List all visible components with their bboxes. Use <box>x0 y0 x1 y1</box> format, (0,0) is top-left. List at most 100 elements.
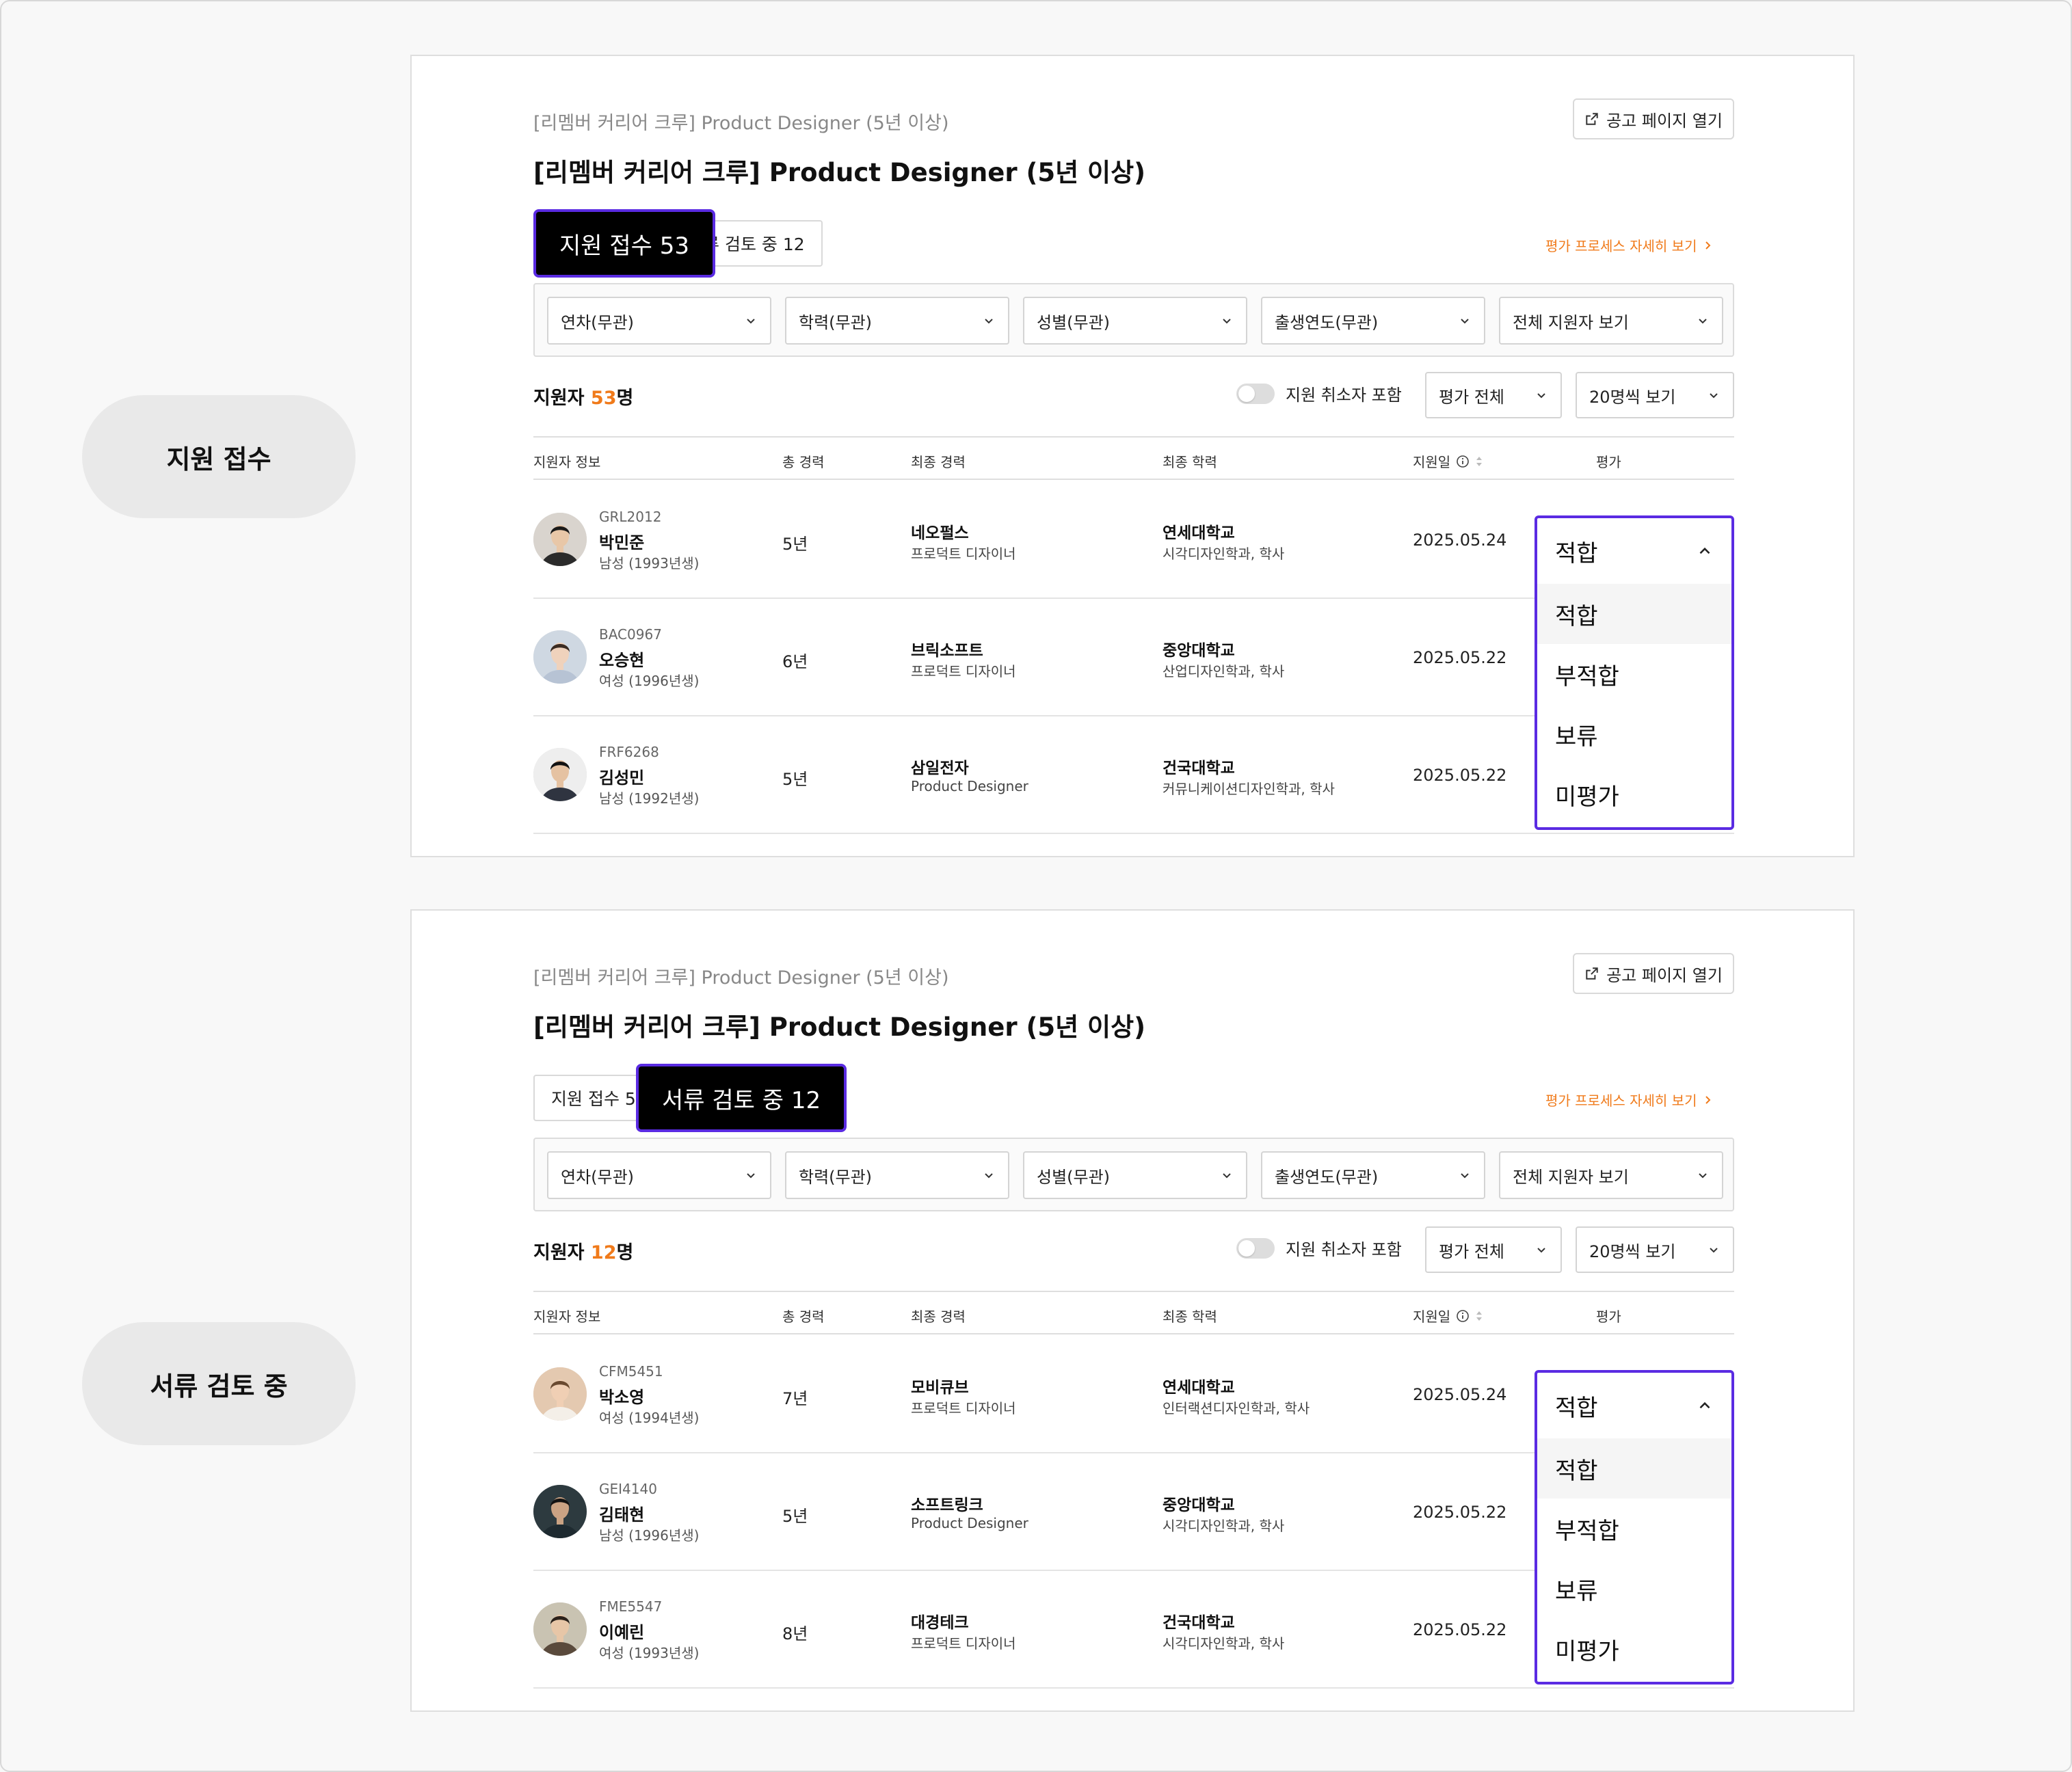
avatar <box>533 1367 587 1421</box>
last-role: Product Designer <box>911 1515 1028 1531</box>
column-header-label: 총 경력 <box>782 1308 825 1325</box>
tab-applications-received[interactable]: 지원 접수 53 <box>533 1075 650 1121</box>
column-header-label: 지원일 <box>1413 454 1451 470</box>
info-icon <box>1457 455 1470 468</box>
sort-icon[interactable] <box>1475 1309 1483 1323</box>
last-role: 프로덕트 디자이너 <box>911 546 1016 562</box>
include-cancelled-toggle-wrap: 지원 취소자 포함 <box>1236 381 1402 405</box>
col-last-education: 최종 학력 <box>1163 451 1217 471</box>
last-role: Product Designer <box>911 778 1028 794</box>
col-applied-date[interactable]: 지원일 <box>1413 451 1483 471</box>
select-value: 출생연도(무관) <box>1275 312 1379 332</box>
col-total-career: 총 경력 <box>782 451 825 471</box>
open-posting-label: 공고 페이지 열기 <box>1606 965 1723 985</box>
avatar <box>533 630 587 684</box>
page-title: [리멤버 커리어 크루] Product Designer (5년 이상) <box>533 1012 1146 1042</box>
filter-career-years[interactable]: 연차(무관) <box>547 1151 771 1199</box>
filter-birth-year[interactable]: 출생연도(무관) <box>1261 1151 1485 1199</box>
chevron-down-icon <box>985 319 993 324</box>
process-detail-link[interactable]: 평가 프로세스 자세히 보기 <box>1545 235 1713 255</box>
sort-icon[interactable] <box>1475 455 1483 468</box>
col-evaluation: 평가 <box>1596 1306 1621 1326</box>
column-header-label: 지원일 <box>1413 1308 1451 1325</box>
tab-applications-received[interactable]: 지원 접수 53 <box>533 209 715 278</box>
select-value: 성별(무관) <box>1037 1167 1111 1187</box>
open-posting-button[interactable]: 공고 페이지 열기 <box>1573 98 1734 139</box>
chevron-down-icon <box>1699 319 1707 324</box>
evaluation-dropdown[interactable]: 적합 적합 부적합 보류 미평가 <box>1535 515 1734 830</box>
filter-education[interactable]: 학력(무관) <box>785 1151 1009 1199</box>
last-school: 건국대학교 <box>1163 1614 1235 1632</box>
applicant-name[interactable]: 김성민 <box>599 764 644 788</box>
evaluation-filter[interactable]: 평가 전체 <box>1425 372 1562 418</box>
applied-date: 2025.05.22 <box>1413 1620 1507 1639</box>
avatar <box>533 748 587 801</box>
stage-label: 지원 접수 <box>82 395 356 518</box>
column-header-label: 총 경력 <box>782 454 825 470</box>
last-company: 네오펄스 <box>911 524 969 542</box>
dropdown-option[interactable]: 미평가 <box>1537 764 1731 824</box>
dropdown-option[interactable]: 적합 <box>1537 1438 1731 1499</box>
last-major: 인터랙션디자인학과, 학사 <box>1163 1400 1310 1417</box>
applicant-name[interactable]: 오승현 <box>599 647 644 671</box>
stage-label: 서류 검토 중 <box>82 1322 356 1445</box>
dropdown-option[interactable]: 부적합 <box>1537 644 1731 704</box>
include-cancelled-toggle[interactable] <box>1236 383 1275 404</box>
external-link-icon <box>1586 967 1598 980</box>
applicant-id: BAC0967 <box>599 626 662 643</box>
evaluation-dropdown[interactable]: 적합 적합 부적합 보류 미평가 <box>1535 1370 1734 1684</box>
evaluation-filter[interactable]: 평가 전체 <box>1425 1226 1562 1273</box>
select-value: 학력(무관) <box>799 1167 873 1187</box>
col-last-education: 최종 학력 <box>1163 1306 1217 1326</box>
applicant-name[interactable]: 박소영 <box>599 1384 644 1408</box>
tab-document-review[interactable]: 서류 검토 중 12 <box>636 1064 847 1132</box>
select-value: 학력(무관) <box>799 312 873 332</box>
last-major: 시각디자인학과, 학사 <box>1163 1518 1285 1534</box>
filter-applicant-view[interactable]: 전체 지원자 보기 <box>1499 1151 1723 1199</box>
applied-date: 2025.05.24 <box>1413 531 1507 550</box>
total-career: 6년 <box>782 652 808 671</box>
last-school: 건국대학교 <box>1163 760 1235 777</box>
chevron-down-icon <box>1537 393 1545 399</box>
per-page-select[interactable]: 20명씩 보기 <box>1576 372 1734 418</box>
last-major: 시각디자인학과, 학사 <box>1163 546 1285 562</box>
chevron-down-icon <box>1710 1248 1718 1253</box>
last-major: 커뮤니케이션디자인학과, 학사 <box>1163 781 1335 797</box>
evaluation-dropdown-trigger[interactable]: 적합 <box>1537 1373 1731 1438</box>
per-page-select[interactable]: 20명씩 보기 <box>1576 1226 1734 1273</box>
chevron-down-icon <box>1223 1173 1231 1179</box>
dropdown-option[interactable]: 보류 <box>1537 704 1731 764</box>
dropdown-option[interactable]: 적합 <box>1537 584 1731 644</box>
count-prefix: 지원자 <box>533 1242 591 1263</box>
filter-applicant-view[interactable]: 전체 지원자 보기 <box>1499 297 1723 345</box>
open-posting-label: 공고 페이지 열기 <box>1606 111 1723 131</box>
job-posting-panel: [리멤버 커리어 크루] Product Designer (5년 이상) [리멤… <box>410 55 1855 857</box>
select-value: 20명씩 보기 <box>1589 1241 1676 1261</box>
applicant-id: FME5547 <box>599 1598 663 1615</box>
filter-birth-year[interactable]: 출생연도(무관) <box>1261 297 1485 345</box>
filter-education[interactable]: 학력(무관) <box>785 297 1009 345</box>
filter-gender[interactable]: 성별(무관) <box>1023 297 1247 345</box>
open-posting-button[interactable]: 공고 페이지 열기 <box>1573 953 1734 994</box>
dropdown-option[interactable]: 미평가 <box>1537 1619 1731 1679</box>
breadcrumb: [리멤버 커리어 크루] Product Designer (5년 이상) <box>533 113 949 134</box>
filter-gender[interactable]: 성별(무관) <box>1023 1151 1247 1199</box>
female-smiling-icon <box>533 1367 587 1421</box>
applied-date: 2025.05.22 <box>1413 648 1507 667</box>
filter-career-years[interactable]: 연차(무관) <box>547 297 771 345</box>
applicant-name[interactable]: 김태현 <box>599 1501 644 1525</box>
dropdown-option[interactable]: 부적합 <box>1537 1499 1731 1559</box>
total-career: 8년 <box>782 1624 808 1643</box>
dropdown-option[interactable]: 보류 <box>1537 1559 1731 1619</box>
col-applied-date[interactable]: 지원일 <box>1413 1306 1483 1326</box>
applicant-name[interactable]: 이예린 <box>599 1619 644 1643</box>
column-header-label: 최종 학력 <box>1163 1308 1217 1325</box>
include-cancelled-toggle[interactable] <box>1236 1237 1275 1259</box>
external-link-icon <box>1586 113 1598 125</box>
evaluation-dropdown-trigger[interactable]: 적합 <box>1537 518 1731 584</box>
last-school: 연세대학교 <box>1163 524 1235 542</box>
process-detail-link[interactable]: 평가 프로세스 자세히 보기 <box>1545 1090 1713 1110</box>
applicant-name[interactable]: 박민준 <box>599 529 644 553</box>
last-school: 연세대학교 <box>1163 1379 1235 1397</box>
applied-date: 2025.05.24 <box>1413 1385 1507 1404</box>
